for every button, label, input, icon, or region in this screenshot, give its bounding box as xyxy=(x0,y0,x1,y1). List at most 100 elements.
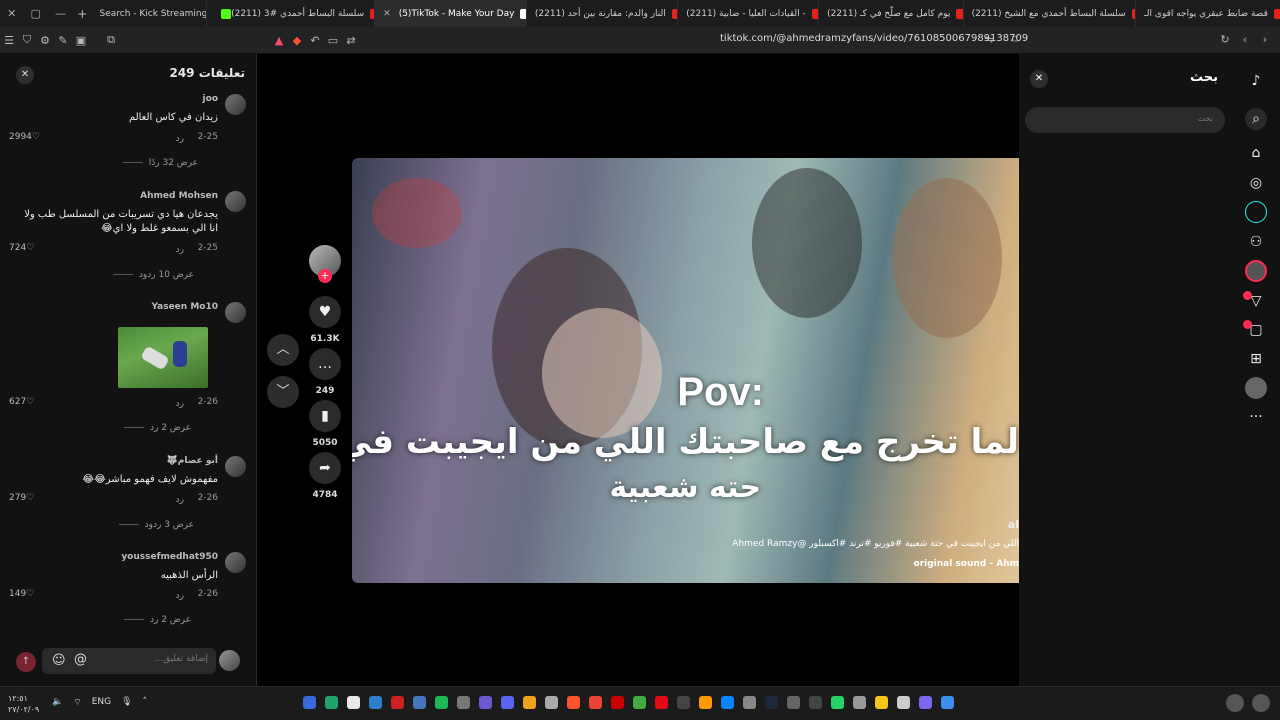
upload-icon[interactable]: ⊞ xyxy=(1245,348,1267,370)
app-icon[interactable] xyxy=(457,696,470,709)
comment-likes[interactable]: 279♡ xyxy=(9,493,34,503)
app-icon[interactable] xyxy=(611,696,624,709)
screenshot-icon[interactable]: ⧉ xyxy=(102,33,120,47)
video-player[interactable]: Pov: لما تخرج مع صاحبتك اللي من ايجيبت ف… xyxy=(352,158,1019,583)
spotify-icon[interactable] xyxy=(435,696,448,709)
next-video-button[interactable]: ﹀ xyxy=(267,376,299,408)
maximize-icon[interactable]: ▢ xyxy=(31,7,41,20)
tab-tiktok[interactable]: ✕ (5)TikTok - Make Your Day xyxy=(375,0,527,27)
follow-plus-icon[interactable]: + xyxy=(318,269,332,283)
forward-icon[interactable]: › xyxy=(1256,33,1274,46)
app-icon[interactable] xyxy=(391,696,404,709)
view-replies-button[interactable]: عرض 3 ردود xyxy=(119,520,194,530)
app-icon[interactable] xyxy=(743,696,756,709)
like-action[interactable]: ♥ 61.3K xyxy=(309,296,341,344)
tab-kick[interactable]: Search - Kick Streaming xyxy=(91,0,208,27)
shield-icon[interactable]: ⛉ xyxy=(18,33,36,47)
tab-youtube-3[interactable]: (2211) القيادات العليا - ضابية - xyxy=(678,0,820,27)
tab-youtube-1[interactable]: (2211) سلسلة البساط أحمدي #3 xyxy=(207,0,376,27)
notification-avatar[interactable] xyxy=(1226,694,1244,712)
avatar[interactable] xyxy=(225,191,246,212)
app-icon[interactable] xyxy=(787,696,800,709)
edge-icon[interactable] xyxy=(721,696,734,709)
network-icon[interactable]: ⌔ xyxy=(73,697,81,708)
warning-icon[interactable]: ▲ xyxy=(270,34,288,47)
avatar[interactable] xyxy=(225,302,246,323)
more-icon[interactable]: ··· xyxy=(1245,406,1267,428)
comment-username[interactable]: joo xyxy=(203,94,218,104)
tab-youtube-2[interactable]: (2211) النار والدم: مقارنة بين أحد xyxy=(527,0,679,27)
comment-likes[interactable]: 2994♡ xyxy=(9,132,40,142)
share-action[interactable]: ➦ 4784 xyxy=(309,452,341,500)
app-icon[interactable] xyxy=(523,696,536,709)
back-icon[interactable]: ‹ xyxy=(1236,33,1254,46)
app-icon[interactable] xyxy=(545,696,558,709)
comment-input-box[interactable]: ☺ @ xyxy=(42,648,216,674)
discord-icon[interactable] xyxy=(501,696,514,709)
comment-likes[interactable]: 627♡ xyxy=(9,397,34,407)
emoji-icon[interactable]: ☺ xyxy=(52,653,66,668)
whatsapp-icon[interactable] xyxy=(831,696,844,709)
cast-icon[interactable]: ▭ xyxy=(324,34,342,47)
app-icon[interactable] xyxy=(919,696,932,709)
netflix-icon[interactable] xyxy=(655,696,668,709)
app-icon[interactable] xyxy=(897,696,910,709)
video-sound[interactable]: original sound - Ahm xyxy=(914,559,1019,569)
live-icon[interactable] xyxy=(1245,201,1267,223)
app-icon[interactable] xyxy=(325,696,338,709)
close-comments-button[interactable]: ✕ xyxy=(16,66,34,84)
following-icon[interactable]: ⚇ xyxy=(1245,231,1267,253)
view-replies-button[interactable]: عرض 32 ردًا xyxy=(123,158,198,168)
mention-icon[interactable]: @ xyxy=(74,652,87,667)
avatar[interactable] xyxy=(225,456,246,477)
share-icon[interactable]: ➦ xyxy=(309,452,341,484)
app-icon[interactable] xyxy=(633,696,646,709)
menu-icon[interactable]: ☰ xyxy=(0,34,18,47)
previous-video-button[interactable]: ︿ xyxy=(267,334,299,366)
view-replies-button[interactable]: عرض 2 رد xyxy=(124,615,191,625)
profile-avatar-icon[interactable] xyxy=(1245,377,1267,399)
reply-button[interactable]: رد xyxy=(176,134,184,144)
comment-image[interactable] xyxy=(118,327,208,388)
volume-icon[interactable]: 🔈 xyxy=(52,697,63,708)
sidebar-icon[interactable]: ▣ xyxy=(72,34,90,47)
app-icon[interactable] xyxy=(875,696,888,709)
chrome-icon[interactable] xyxy=(589,696,602,709)
tiktok-logo-icon[interactable]: ♪ xyxy=(1245,70,1267,92)
avatar[interactable] xyxy=(225,552,246,573)
close-tab-icon[interactable]: ✕ xyxy=(383,9,391,19)
comment-icon[interactable]: … xyxy=(309,348,341,380)
heart-icon[interactable]: ♥ xyxy=(309,296,341,328)
search-icon[interactable]: ⌕ xyxy=(1245,108,1267,130)
bookmark-icon[interactable]: ⌑ xyxy=(1006,33,1024,46)
comment-action[interactable]: … 249 xyxy=(309,348,341,396)
friends-avatar-icon[interactable] xyxy=(1245,260,1267,282)
view-replies-button[interactable]: عرض 10 ردود xyxy=(113,270,194,280)
tab-youtube-5[interactable]: (2211) سلسلة البساط أحمدي مع الشيخ xyxy=(964,0,1137,27)
extension-icon[interactable]: ⚙ xyxy=(36,34,54,47)
tab-youtube-4[interactable]: (2211) يوم كامل مع صلّح في كـ xyxy=(819,0,964,27)
clock[interactable]: ١٢:٥١ ٢٧/٠٢/٠٩ xyxy=(8,693,39,715)
save-action[interactable]: ▮ 5050 xyxy=(309,400,341,448)
creator-avatar[interactable]: + xyxy=(309,245,341,283)
app-icon[interactable] xyxy=(853,696,866,709)
translate-icon[interactable]: ⇄ xyxy=(342,34,360,47)
video-username[interactable]: al xyxy=(1008,518,1019,531)
brave-icon[interactable] xyxy=(567,696,580,709)
comment-username[interactable]: youssefmedhat950 xyxy=(121,552,218,562)
search-input[interactable] xyxy=(1043,114,1213,123)
app-icon[interactable] xyxy=(413,696,426,709)
brave-icon[interactable]: ◆ xyxy=(288,34,306,47)
send-comment-button[interactable]: ↑ xyxy=(16,652,36,672)
tray-chevron-icon[interactable]: ˄ xyxy=(143,697,148,708)
steam-icon[interactable] xyxy=(765,696,778,709)
language-indicator[interactable]: ENG xyxy=(92,697,111,708)
reply-button[interactable]: رد xyxy=(176,495,184,505)
reply-button[interactable]: رد xyxy=(176,245,184,255)
close-window-icon[interactable]: ✕ xyxy=(7,7,16,20)
weather-icon[interactable] xyxy=(1252,694,1270,712)
minimize-icon[interactable]: — xyxy=(55,7,66,20)
view-replies-button[interactable]: عرض 2 رد xyxy=(124,423,191,433)
comment-username[interactable]: Yaseen Mo10 xyxy=(151,302,218,312)
comment-username[interactable]: أبو عصام🐺 xyxy=(167,456,218,466)
